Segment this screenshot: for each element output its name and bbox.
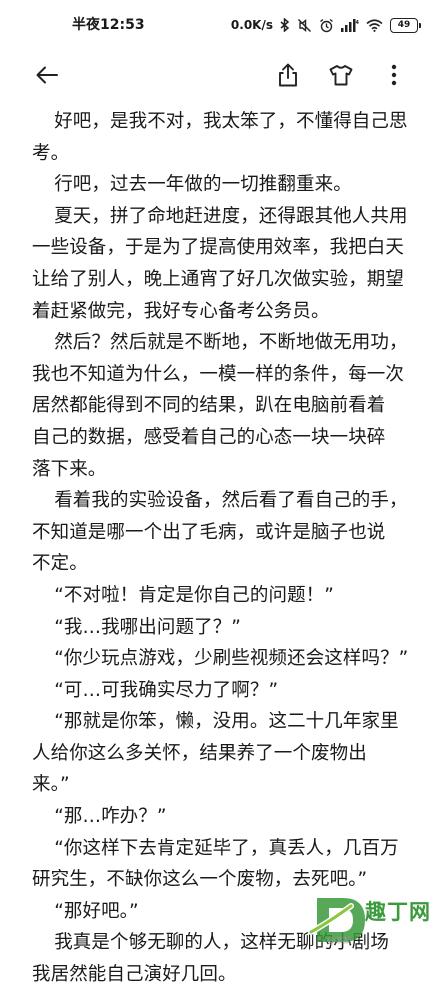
theme-button[interactable] xyxy=(326,60,356,90)
status-icons: 0.0K/s 4G 49 xyxy=(230,14,421,36)
tshirt-icon xyxy=(329,65,353,86)
signal-icon: 4G xyxy=(341,18,359,32)
article-line: 考。 xyxy=(32,142,70,164)
svg-text:4G: 4G xyxy=(356,20,360,26)
back-button[interactable] xyxy=(32,60,62,90)
alarm-icon xyxy=(319,18,334,33)
article-line: 人给你这么多关怀，结果养了一个废物出 xyxy=(32,742,367,764)
article-line: 看着我的实验设备，然后看了看自己的手， xyxy=(54,490,408,512)
article-line: 一些设备，于是为了提高使用效率，我把白天 xyxy=(32,237,405,259)
article-line: 我也不知道为什么，一模一样的条件，每一次 xyxy=(32,363,405,385)
watermark-text: 趣丁网 xyxy=(365,899,431,924)
article-line: 着赶紧做完，我好专心备考公务员。 xyxy=(32,300,330,322)
share-icon xyxy=(279,63,297,87)
article-line: 不定。 xyxy=(32,553,88,575)
article-line: 落下来。 xyxy=(32,458,107,480)
article-line: “那…咋办？” xyxy=(54,806,167,828)
more-button[interactable] xyxy=(379,60,409,90)
status-time: 半夜12:53 xyxy=(72,17,145,33)
toolbar xyxy=(0,52,440,98)
more-vertical-icon xyxy=(391,64,397,86)
article-line: “我…我哪出问题了？” xyxy=(54,616,241,638)
mute-icon xyxy=(297,18,312,33)
battery-icon: 49 xyxy=(390,17,421,33)
article-line: 夏天，拼了命地赶进度，还得跟其他人共用 xyxy=(54,205,408,227)
article-line: 来。” xyxy=(32,774,70,796)
article-line: 好吧，是我不对，我太笨了，不懂得自己思 xyxy=(54,111,408,132)
article-line: 居然都能得到不同的结果，趴在电脑前看着 xyxy=(32,395,386,417)
wifi-icon xyxy=(366,18,383,32)
share-button[interactable] xyxy=(273,60,303,90)
article-line: 行吧，过去一年做的一切推翻重来。 xyxy=(54,174,352,196)
bluetooth-icon xyxy=(280,18,290,32)
site-watermark: 趣丁网 @某某 xyxy=(307,892,440,953)
article-line: 我居然能自己演好几回。 xyxy=(32,964,237,986)
back-arrow-icon xyxy=(36,66,58,84)
article-line: “可…可我确实尽力了啊？” xyxy=(54,679,279,701)
article-line: “那就是你笨，懒，没用。这二十几年家里 xyxy=(54,711,399,733)
article-line: 自己的数据，感受着自己的心态一块一块碎 xyxy=(32,426,386,448)
network-speed: 0.0K/s xyxy=(230,18,273,32)
article-line: “你少玩点游戏，少刷些视频还会这样吗？” xyxy=(54,648,409,670)
article-line: “不对啦！肯定是你自己的问题！” xyxy=(54,584,334,606)
article-line: 不知道是哪一个出了毛病，或许是脑子也说 xyxy=(32,521,386,543)
status-bar: 半夜12:53 0.0K/s 4G 49 xyxy=(0,0,440,48)
article-body: 好吧，是我不对，我太笨了，不懂得自己思考。行吧，过去一年做的一切推翻重来。夏天，… xyxy=(32,106,412,991)
article-line: 让给了别人，晚上通宵了好几次做实验，期望 xyxy=(32,268,405,290)
watermark-subtext: @某某 xyxy=(327,936,351,945)
article-line: “你这样下去肯定延毕了，真丢人，几百万 xyxy=(54,837,399,859)
article-line: 然后？然后就是不断地，不断地做无用功， xyxy=(54,332,408,354)
